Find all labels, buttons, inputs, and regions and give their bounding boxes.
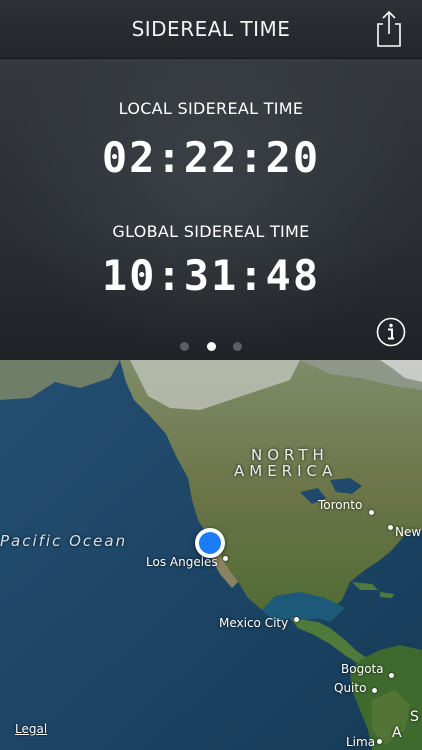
global-sidereal-label: GLOBAL SIDEREAL TIME [112, 222, 310, 241]
city-marker-quito [372, 688, 377, 693]
city-marker-new-york [388, 525, 393, 530]
continent-label-line2: AMERICA [234, 462, 338, 480]
city-label-toronto: Toronto [318, 498, 363, 512]
current-location-marker[interactable] [195, 528, 225, 558]
app-title: SIDEREAL TIME [131, 17, 291, 41]
city-label-new-york: New [395, 525, 422, 539]
share-button[interactable] [374, 10, 404, 48]
ocean-label: Pacific Ocean [0, 532, 128, 550]
city-label-quito: Quito [334, 681, 367, 695]
page-dot-2[interactable] [206, 342, 216, 351]
page-dot-1[interactable] [180, 342, 190, 351]
city-marker-toronto [369, 510, 374, 515]
continent-sa-label-line1: S [410, 709, 422, 725]
local-sidereal-label: LOCAL SIDEREAL TIME [118, 99, 304, 118]
info-button[interactable] [376, 317, 406, 347]
city-marker-bogota [389, 673, 394, 678]
city-label-lima: Lima [346, 735, 376, 749]
city-label-mexico-city: Mexico City [219, 616, 289, 630]
city-label-bogota: Bogota [341, 662, 384, 676]
page-dot-3[interactable] [232, 342, 242, 351]
city-marker-lima [377, 739, 382, 744]
local-sidereal-time: 02:22:20 [101, 133, 321, 182]
continent-sa-label-line2: A [392, 725, 405, 741]
time-panel[interactable]: LOCAL SIDEREAL TIME 02:22:20 GLOBAL SIDE… [0, 59, 422, 360]
city-marker-los-angeles [223, 556, 228, 561]
navigation-bar: SIDEREAL TIME [0, 0, 422, 59]
share-icon [377, 10, 401, 47]
global-sidereal-time: 10:31:48 [101, 251, 321, 300]
map-view[interactable]: Pacific Ocean NORTH AMERICA Toronto New … [0, 360, 422, 750]
info-icon [376, 317, 406, 347]
legal-link[interactable]: Legal [15, 722, 47, 736]
city-marker-mexico-city [294, 617, 299, 622]
page-indicator[interactable] [0, 336, 422, 355]
location-dot [199, 532, 221, 554]
